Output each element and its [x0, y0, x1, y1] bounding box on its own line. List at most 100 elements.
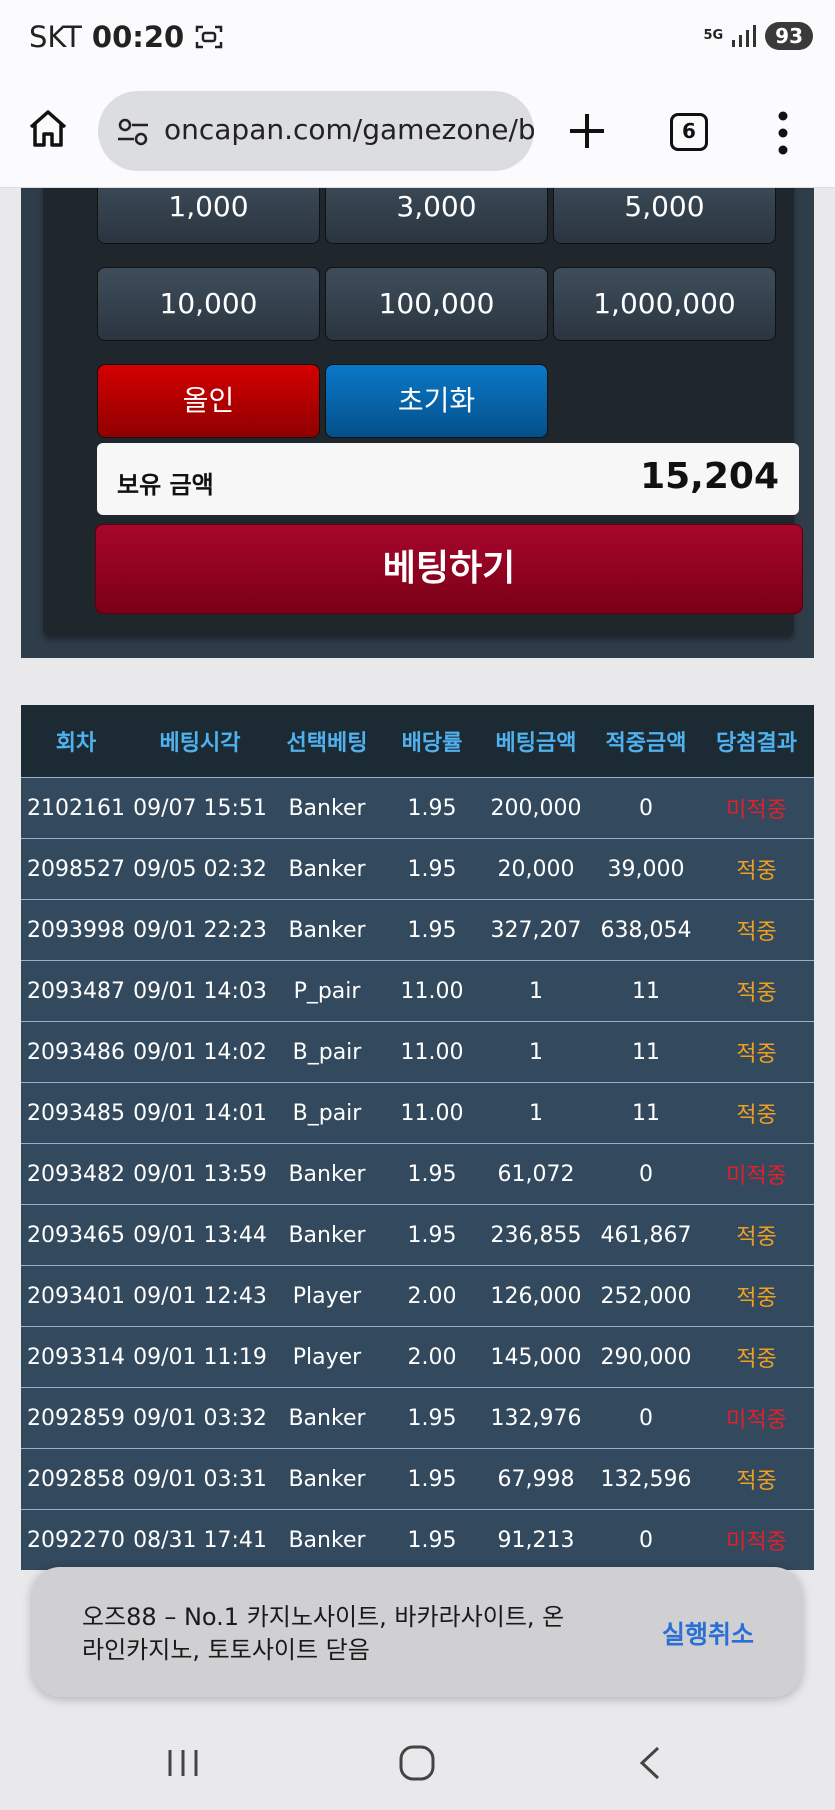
- cell-selection: Player: [292, 1283, 362, 1309]
- amount-button-100000[interactable]: 100,000: [325, 267, 548, 341]
- cell-bet-time: 08/31 17:41: [133, 1527, 267, 1553]
- url-text: oncapan.com/gamezone/ba: [164, 113, 534, 146]
- cell-odds: 1.95: [407, 1161, 457, 1187]
- cell-odds: 2.00: [407, 1283, 457, 1309]
- cell-selection: B_pair: [292, 1100, 362, 1126]
- address-bar[interactable]: oncapan.com/gamezone/ba: [98, 91, 534, 171]
- tab-switcher-icon[interactable]: 6: [670, 113, 708, 151]
- place-bet-button[interactable]: 베팅하기: [95, 524, 803, 614]
- cell-win-amount: 11: [632, 1100, 660, 1126]
- cell-odds: 1.95: [407, 1222, 457, 1248]
- back-icon[interactable]: [628, 1740, 674, 1786]
- cell-result: 미적중: [726, 1408, 787, 1433]
- cell-odds: 11.00: [400, 978, 464, 1004]
- cell-round: 2092858: [27, 1466, 125, 1492]
- new-tab-icon[interactable]: [564, 108, 610, 154]
- amount-button-3000[interactable]: 3,000: [325, 188, 548, 244]
- amount-button-10000[interactable]: 10,000: [97, 267, 320, 341]
- screenshot-icon: [195, 25, 223, 49]
- cell-bet-time: 09/01 14:02: [133, 1039, 267, 1065]
- table-row: 2093314 09/01 11:19 Player 2.00 145,000 290,0…: [21, 1326, 814, 1387]
- recents-icon[interactable]: [160, 1740, 206, 1786]
- cell-round: 2092270: [27, 1527, 125, 1553]
- cell-odds: 11.00: [400, 1100, 464, 1126]
- cell-round: 2092859: [27, 1405, 125, 1431]
- amount-button-5000[interactable]: 5,000: [553, 188, 776, 244]
- cell-odds: 1.95: [407, 795, 457, 821]
- cell-bet-time: 09/01 12:43: [133, 1283, 267, 1309]
- cell-bet-amount: 1: [529, 1039, 543, 1065]
- table-row: 2093482 09/01 13:59 Banker 1.95 61,072 0 미적중: [21, 1143, 814, 1204]
- amount-button-1000[interactable]: 1,000: [97, 188, 320, 244]
- header-round: 회차: [55, 731, 97, 756]
- cell-selection: Banker: [288, 1527, 366, 1553]
- cell-round: 2093998: [27, 917, 125, 943]
- site-settings-icon[interactable]: [116, 115, 150, 149]
- cell-bet-amount: 200,000: [490, 795, 582, 821]
- cell-bet-amount: 126,000: [490, 1283, 582, 1309]
- cell-result: 적중: [736, 1042, 777, 1067]
- system-nav-bar: [0, 1712, 835, 1810]
- amount-button-1000000[interactable]: 1,000,000: [553, 267, 776, 341]
- cell-round: 2102161: [27, 795, 125, 821]
- cell-selection: B_pair: [292, 1039, 362, 1065]
- table-header: 회차 베팅시각 선택베팅 배당률 베팅금액 적중금액 당첨결과: [21, 705, 814, 777]
- cell-result: 적중: [736, 1103, 777, 1128]
- cell-bet-amount: 67,998: [497, 1466, 575, 1492]
- table-row: 2092859 09/01 03:32 Banker 1.95 132,976 0 미적중: [21, 1387, 814, 1448]
- cell-result: 적중: [736, 981, 777, 1006]
- table-row: 2093401 09/01 12:43 Player 2.00 126,000 252,0…: [21, 1265, 814, 1326]
- cell-bet-time: 09/01 14:01: [133, 1100, 267, 1126]
- cell-round: 2093314: [27, 1344, 125, 1370]
- table-row: 2093485 09/01 14:01 B_pair 11.00 1 11 적중: [21, 1082, 814, 1143]
- cell-bet-amount: 1: [529, 1100, 543, 1126]
- cell-win-amount: 252,000: [600, 1283, 692, 1309]
- cell-win-amount: 0: [639, 1405, 653, 1431]
- balance-label: 보유 금액: [117, 471, 214, 499]
- cell-selection: Banker: [288, 1222, 366, 1248]
- cell-win-amount: 11: [632, 1039, 660, 1065]
- toast-message: 오즈88 – No.1 카지노사이트, 바카라사이트, 온라인카지노, 토토사이…: [82, 1603, 565, 1664]
- home-icon[interactable]: [26, 106, 70, 150]
- cell-odds: 2.00: [407, 1344, 457, 1370]
- page-content: 1,000 3,000 5,000 10,000 100,000 1,000,0…: [0, 188, 835, 1748]
- cell-bet-time: 09/01 11:19: [133, 1344, 267, 1370]
- cell-win-amount: 638,054: [600, 917, 692, 943]
- cell-bet-amount: 145,000: [490, 1344, 582, 1370]
- cell-bet-amount: 61,072: [497, 1161, 575, 1187]
- cell-bet-amount: 132,976: [490, 1405, 582, 1431]
- table-row: 2093487 09/01 14:03 P_pair 11.00 1 11 적중: [21, 960, 814, 1021]
- table-row: 2093998 09/01 22:23 Banker 1.95 327,207 638,0…: [21, 899, 814, 960]
- more-menu-icon[interactable]: [775, 110, 791, 156]
- cell-selection: Banker: [288, 917, 366, 943]
- undo-button[interactable]: 실행취소: [662, 1615, 754, 1651]
- cell-bet-time: 09/07 15:51: [133, 795, 267, 821]
- cell-selection: Banker: [288, 795, 366, 821]
- bet-panel: 1,000 3,000 5,000 10,000 100,000 1,000,0…: [21, 188, 814, 658]
- allin-button[interactable]: 올인: [97, 364, 320, 438]
- cell-odds: 1.95: [407, 856, 457, 882]
- cell-result: 미적중: [726, 798, 787, 823]
- cell-bet-amount: 327,207: [490, 917, 582, 943]
- cell-odds: 1.95: [407, 1405, 457, 1431]
- cell-odds: 1.95: [407, 1466, 457, 1492]
- reset-button[interactable]: 초기화: [325, 364, 548, 438]
- network-badge: 5G: [703, 28, 724, 43]
- home-nav-icon[interactable]: [394, 1740, 440, 1786]
- cell-round: 2093465: [27, 1222, 125, 1248]
- table-row: 2093465 09/01 13:44 Banker 1.95 236,855 461,8…: [21, 1204, 814, 1265]
- cell-round: 2093482: [27, 1161, 125, 1187]
- cell-win-amount: 0: [639, 1161, 653, 1187]
- cell-round: 2093486: [27, 1039, 125, 1065]
- cell-bet-time: 09/01 03:32: [133, 1405, 267, 1431]
- header-result: 당첨결과: [716, 731, 797, 756]
- cell-win-amount: 11: [632, 978, 660, 1004]
- table-row: 2092858 09/01 03:31 Banker 1.95 67,998 132,59…: [21, 1448, 814, 1509]
- clock: 00:20: [91, 20, 185, 54]
- cell-result: 적중: [736, 1286, 777, 1311]
- cell-round: 2093401: [27, 1283, 125, 1309]
- cell-round: 2093485: [27, 1100, 125, 1126]
- header-selection: 선택베팅: [286, 731, 368, 756]
- header-odds: 배당률: [401, 731, 463, 756]
- carrier: SKT: [29, 20, 82, 54]
